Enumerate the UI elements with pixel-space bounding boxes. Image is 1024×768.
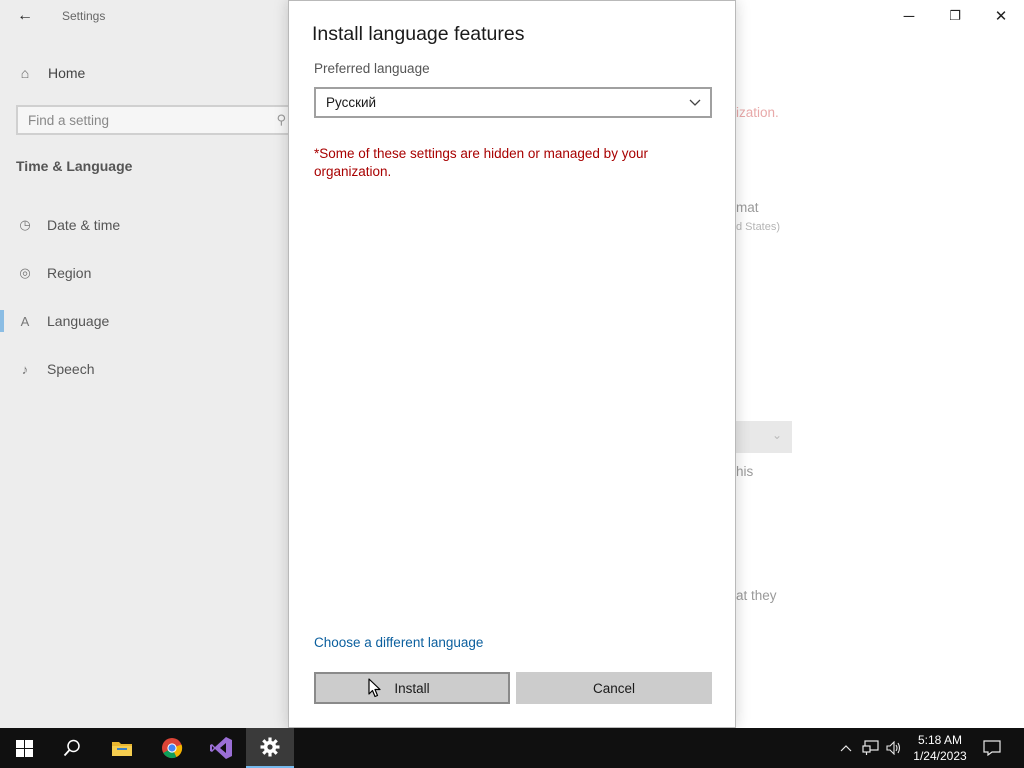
install-button[interactable]: Install [314, 672, 510, 704]
cancel-button[interactable]: Cancel [516, 672, 712, 704]
sidebar-item-label: Date & time [47, 217, 121, 233]
background-text: at they [736, 588, 777, 603]
taskbar: 5:18 AM 1/24/2023 [0, 728, 1024, 768]
clock[interactable]: 5:18 AM 1/24/2023 [906, 732, 974, 764]
back-button[interactable]: ← [12, 4, 38, 28]
search-placeholder: Find a setting [28, 112, 110, 128]
tray-overflow-button[interactable] [836, 728, 856, 768]
sidebar-item-date-time[interactable]: ◷ Date & time [16, 213, 120, 237]
sidebar: ← Settings ⌂ Home Find a setting ⚲ Time … [0, 0, 296, 728]
cancel-button-label: Cancel [592, 680, 636, 696]
background-text: ization. [736, 105, 779, 120]
background-dropdown: ⌄ [735, 421, 792, 453]
volume-button[interactable] [884, 728, 904, 768]
visual-studio-icon [210, 737, 232, 759]
close-button[interactable]: ✕ [978, 0, 1024, 32]
dialog-title: Install language features [312, 23, 525, 45]
sidebar-item-label: Speech [47, 361, 95, 377]
background-text: mat [736, 200, 759, 215]
sidebar-item-language[interactable]: A Language [16, 309, 110, 333]
restore-button[interactable]: ❐ [932, 0, 978, 32]
mouse-cursor-icon [368, 678, 381, 698]
globe-icon: ◎ [19, 265, 31, 280]
file-explorer-button[interactable] [98, 728, 146, 768]
minimize-button[interactable]: ─ [886, 0, 932, 32]
window-title: Settings [62, 9, 106, 23]
windows-logo-icon [15, 739, 33, 757]
settings-button[interactable] [246, 728, 294, 768]
sidebar-item-label: Language [47, 313, 110, 329]
network-icon [862, 740, 879, 755]
search-icon: ⚲ [276, 112, 286, 127]
visual-studio-button[interactable] [197, 728, 245, 768]
sidebar-item-speech[interactable]: ♪ Speech [16, 357, 95, 381]
home-icon: ⌂ [20, 65, 30, 81]
notification-icon [983, 740, 1001, 756]
microphone-icon: ♪ [21, 361, 29, 377]
gear-icon [260, 737, 280, 757]
chevron-down-icon: ⌄ [771, 428, 782, 442]
background-text: his [736, 464, 754, 479]
language-icon: A [20, 313, 30, 329]
choose-different-language-link[interactable]: Choose a different language [314, 635, 483, 650]
install-language-dialog: Install language features Preferred lang… [288, 0, 736, 728]
clock-time: 5:18 AM [917, 733, 963, 747]
chevron-down-icon [688, 92, 702, 117]
sidebar-item-region[interactable]: ◎ Region [16, 261, 91, 285]
sidebar-item-label: Region [47, 265, 92, 281]
folder-icon [112, 742, 132, 756]
chrome-icon [162, 738, 183, 759]
clock-date: 1/24/2023 [913, 749, 967, 763]
active-indicator [0, 310, 4, 332]
search-button[interactable] [48, 728, 96, 768]
speaker-icon [886, 741, 901, 755]
section-title: Time & Language [16, 158, 133, 174]
search-icon [63, 739, 80, 757]
start-button[interactable] [0, 728, 48, 768]
network-button[interactable] [860, 728, 882, 768]
selected-language: Русский [326, 95, 377, 110]
chrome-button[interactable] [148, 728, 196, 768]
install-button-label: Install [394, 680, 430, 696]
clock-icon: ◷ [19, 217, 31, 232]
background-text: d States) [736, 221, 781, 233]
search-input[interactable]: Find a setting ⚲ [16, 105, 296, 135]
chevron-up-icon [840, 745, 852, 752]
preferred-language-label: Preferred language [314, 61, 430, 76]
action-center-button[interactable] [980, 728, 1004, 768]
nav-home-label: Home [48, 65, 86, 81]
language-select[interactable]: Русский [314, 87, 712, 118]
managed-settings-warning: *Some of these settings are hidden or ma… [314, 146, 648, 179]
nav-home[interactable]: ⌂ Home [16, 61, 86, 85]
